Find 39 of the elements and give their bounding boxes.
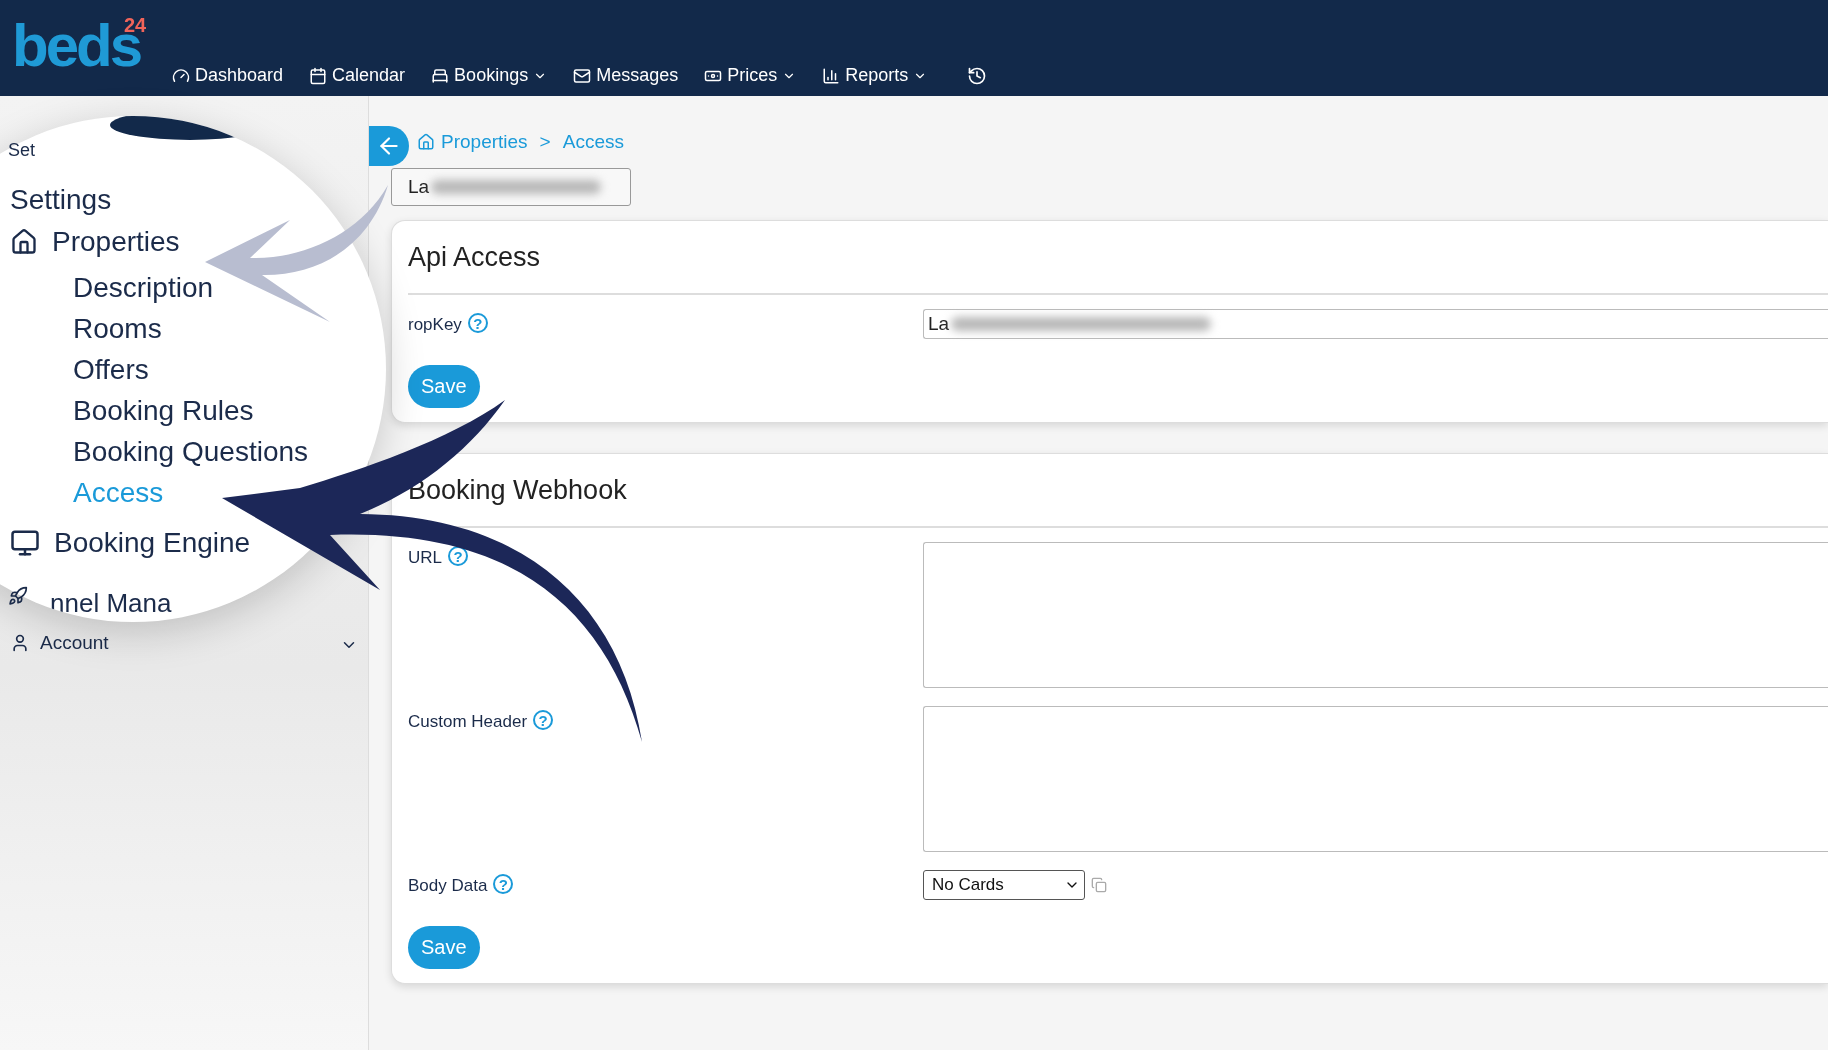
nav-item[interactable]: Calendar — [309, 65, 406, 86]
field-label: ropKey — [408, 315, 462, 335]
calendar-icon — [309, 66, 328, 85]
nav-item[interactable]: Reports — [822, 65, 928, 86]
sidebar-heading: Set — [8, 140, 36, 161]
gauge-icon — [172, 66, 190, 85]
sidebar-item[interactable]: Offers — [73, 349, 149, 390]
bar-chart-icon — [822, 66, 841, 85]
sidebar-item[interactable]: Description — [73, 267, 214, 308]
monitor-icon — [10, 528, 40, 558]
sidebar-section[interactable]: Booking Engine — [10, 527, 251, 559]
propkey-field[interactable]: La — [923, 309, 1828, 339]
nav-item[interactable]: Messages — [573, 65, 679, 86]
nav-item[interactable]: Prices — [704, 65, 797, 86]
sidebar-heading: Settings — [10, 184, 112, 216]
envelope-icon — [573, 66, 592, 85]
field-label: Body Data — [408, 876, 488, 896]
sidebar-item[interactable]: Booking Questions — [73, 431, 309, 472]
field-label: Custom Header — [408, 712, 528, 732]
bed-icon — [431, 66, 450, 85]
rocket-icon[interactable] — [8, 586, 28, 606]
copy-icon[interactable] — [1091, 877, 1107, 893]
sidebar-item[interactable]: Rooms — [73, 308, 162, 349]
body-data-select[interactable]: No Cards — [923, 870, 1085, 900]
history-icon[interactable] — [967, 65, 988, 86]
sidebar-item[interactable]: Account — [10, 632, 109, 654]
property-select[interactable]: La — [391, 168, 631, 206]
user-icon — [10, 633, 30, 653]
back-button[interactable] — [369, 126, 409, 166]
sidebar-section[interactable]: Properties — [10, 226, 180, 258]
card-title: Api Access — [408, 221, 1828, 295]
field-label: URL — [408, 548, 442, 568]
house-icon — [10, 228, 38, 256]
nav-item[interactable]: Dashboard — [172, 65, 284, 86]
house-icon — [417, 133, 435, 151]
nav-item[interactable]: Bookings — [431, 65, 548, 86]
sidebar-section[interactable]: nnel Mana — [50, 588, 172, 619]
sidebar-item[interactable]: Booking Rules — [73, 390, 254, 431]
breadcrumb-separator: > — [539, 131, 551, 153]
